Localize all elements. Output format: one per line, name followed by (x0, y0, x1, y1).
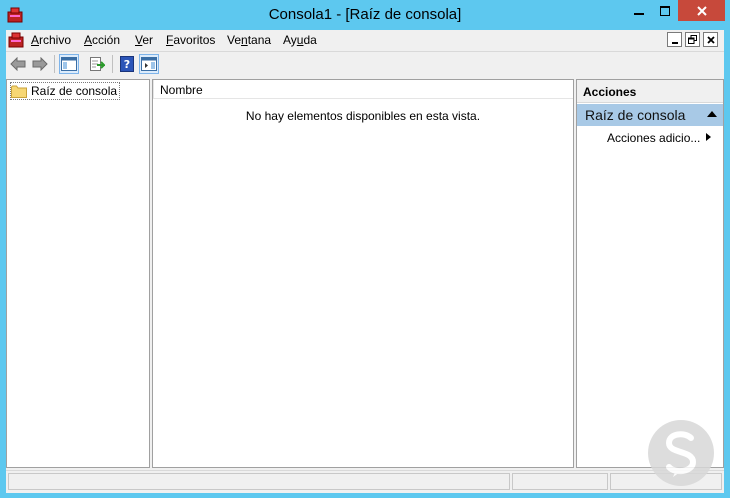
help-icon: ? (120, 56, 134, 72)
menu-ventana-label: tana (247, 33, 272, 47)
actions-title: Acciones (583, 85, 637, 99)
help-button[interactable]: ? (117, 54, 137, 74)
actions-section-label: Raíz de consola (585, 107, 686, 123)
menu-ventana[interactable]: Ventana (227, 33, 271, 47)
menu-favoritos[interactable]: Favoritos (166, 33, 215, 47)
action-pane-icon (141, 57, 157, 71)
menu-accion[interactable]: Acción (84, 33, 120, 47)
toolbar: ? (6, 51, 724, 76)
maximize-button[interactable] (652, 0, 678, 21)
folder-icon (11, 85, 27, 98)
show-hide-action-pane-button[interactable] (139, 54, 159, 74)
actions-section-header[interactable]: Raíz de consola (577, 104, 723, 126)
console-tree-pane: Raíz de consola (6, 79, 150, 468)
mmc-window: Consola1 - [Raíz de consola] Archivo Acc… (0, 0, 730, 498)
menu-accion-label: cción (92, 33, 121, 47)
console-tree-icon (61, 57, 77, 71)
collapse-triangle-icon[interactable] (707, 111, 717, 117)
title-bar[interactable]: Consola1 - [Raíz de consola] (0, 0, 730, 30)
export-list-icon (90, 57, 105, 71)
menu-ayuda-pre: Ay (283, 33, 297, 47)
actions-pane-header: Acciones (577, 80, 723, 103)
submenu-arrow-icon[interactable] (706, 133, 711, 141)
close-icon (706, 35, 715, 44)
status-panel-main (8, 473, 510, 490)
menu-ayuda[interactable]: Ayuda (283, 33, 317, 47)
maximize-icon (660, 5, 670, 16)
menu-ayuda-label: da (303, 33, 317, 47)
mmc-document-icon[interactable] (8, 32, 24, 48)
menu-archivo-label: rchivo (39, 33, 72, 47)
restore-icon (688, 35, 697, 44)
column-header-name[interactable]: Nombre (160, 83, 203, 97)
minimize-icon (634, 12, 644, 15)
forward-button[interactable] (30, 54, 50, 74)
menu-ventana-accel: n (241, 33, 248, 47)
tree-item-label: Raíz de consola (31, 84, 118, 98)
window-title: Consola1 - [Raíz de consola] (268, 6, 462, 23)
watermark-logo (648, 420, 714, 486)
status-panel-2 (512, 473, 608, 490)
minimize-button[interactable] (626, 0, 652, 21)
child-minimize-button[interactable] (667, 32, 682, 47)
arrow-right-icon (32, 57, 48, 71)
toolbar-separator (112, 55, 113, 73)
minimize-icon (671, 41, 678, 44)
show-hide-tree-button[interactable] (59, 54, 79, 74)
tree-item-console-root[interactable]: Raíz de consola (10, 82, 121, 100)
export-list-button[interactable] (87, 54, 107, 74)
menu-bar: Archivo Acción Ver Favoritos Ventana Ayu… (6, 30, 724, 50)
actions-pane: Acciones Raíz de consola Acciones adicio… (576, 79, 724, 468)
close-icon (696, 5, 707, 16)
action-more-actions[interactable]: Acciones adicio... (607, 131, 700, 145)
menu-ver-label: er (142, 33, 154, 47)
svg-text:?: ? (124, 58, 130, 71)
status-bar (6, 470, 724, 493)
arrow-left-icon (10, 57, 26, 71)
empty-list-message: No hay elementos disponibles en esta vis… (245, 109, 481, 123)
child-close-button[interactable] (703, 32, 718, 47)
toolbar-separator (54, 55, 55, 73)
menu-ventana-pre: Ve (227, 33, 242, 47)
menu-favoritos-label: avoritos (173, 33, 216, 47)
menu-ver[interactable]: Ver (135, 33, 153, 47)
results-pane: Nombre No hay elementos disponibles en e… (152, 79, 574, 468)
column-separator (153, 80, 154, 98)
menu-accion-accel: A (84, 33, 93, 47)
menu-archivo-accel: A (31, 33, 40, 47)
back-button[interactable] (8, 54, 28, 74)
s-logo-icon (665, 431, 697, 477)
client-area: Archivo Acción Ver Favoritos Ventana Ayu… (6, 30, 724, 493)
menu-archivo[interactable]: Archivo (31, 33, 71, 47)
close-button[interactable] (678, 0, 725, 21)
list-header: Nombre (153, 80, 573, 99)
child-restore-button[interactable] (685, 32, 700, 47)
